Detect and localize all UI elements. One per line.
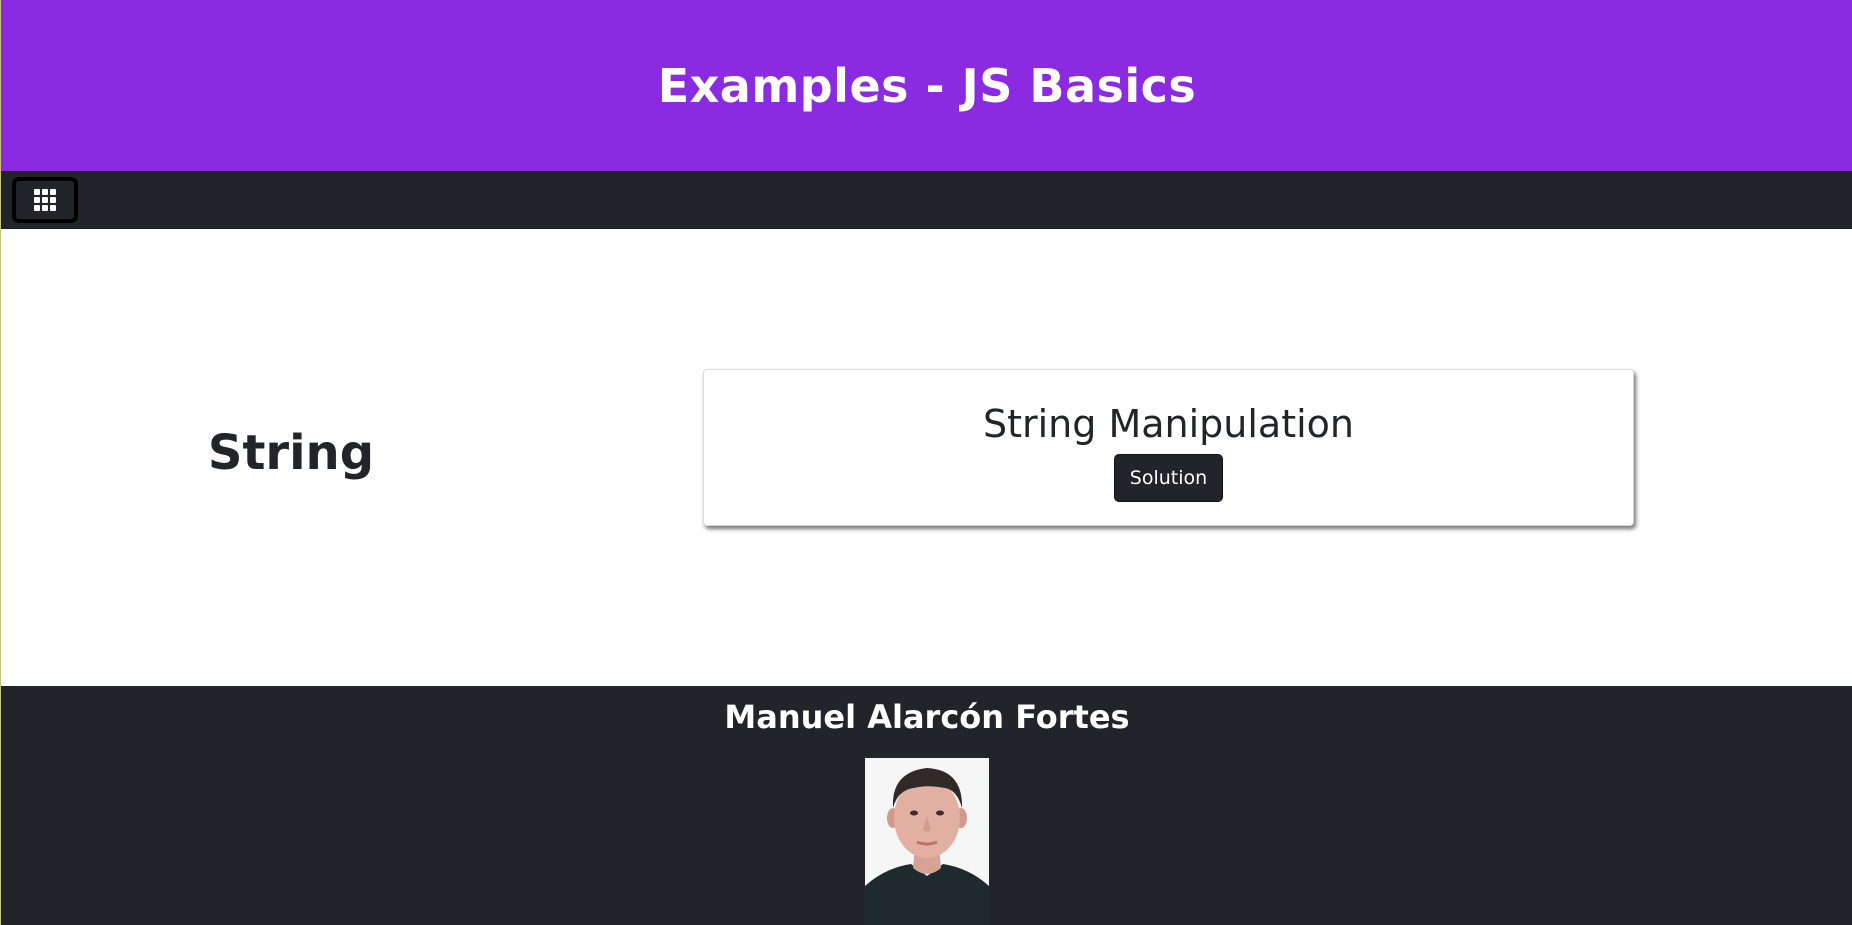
card-title: String Manipulation (982, 402, 1355, 446)
page-footer: Manuel Alarcón Fortes (1, 686, 1852, 925)
grid-icon (34, 189, 56, 211)
page-header: Examples - JS Basics (1, 0, 1852, 171)
menu-button[interactable] (12, 177, 78, 223)
page-title: Examples - JS Basics (657, 58, 1197, 113)
solution-button[interactable]: Solution (1113, 453, 1224, 502)
navbar (1, 171, 1852, 229)
page: Examples - JS Basics String String Manip… (0, 0, 1852, 925)
author-name: Manuel Alarcón Fortes (724, 698, 1130, 736)
example-card: String Manipulation Solution (703, 369, 1634, 526)
author-photo (865, 758, 989, 925)
section-title: String (207, 425, 375, 481)
